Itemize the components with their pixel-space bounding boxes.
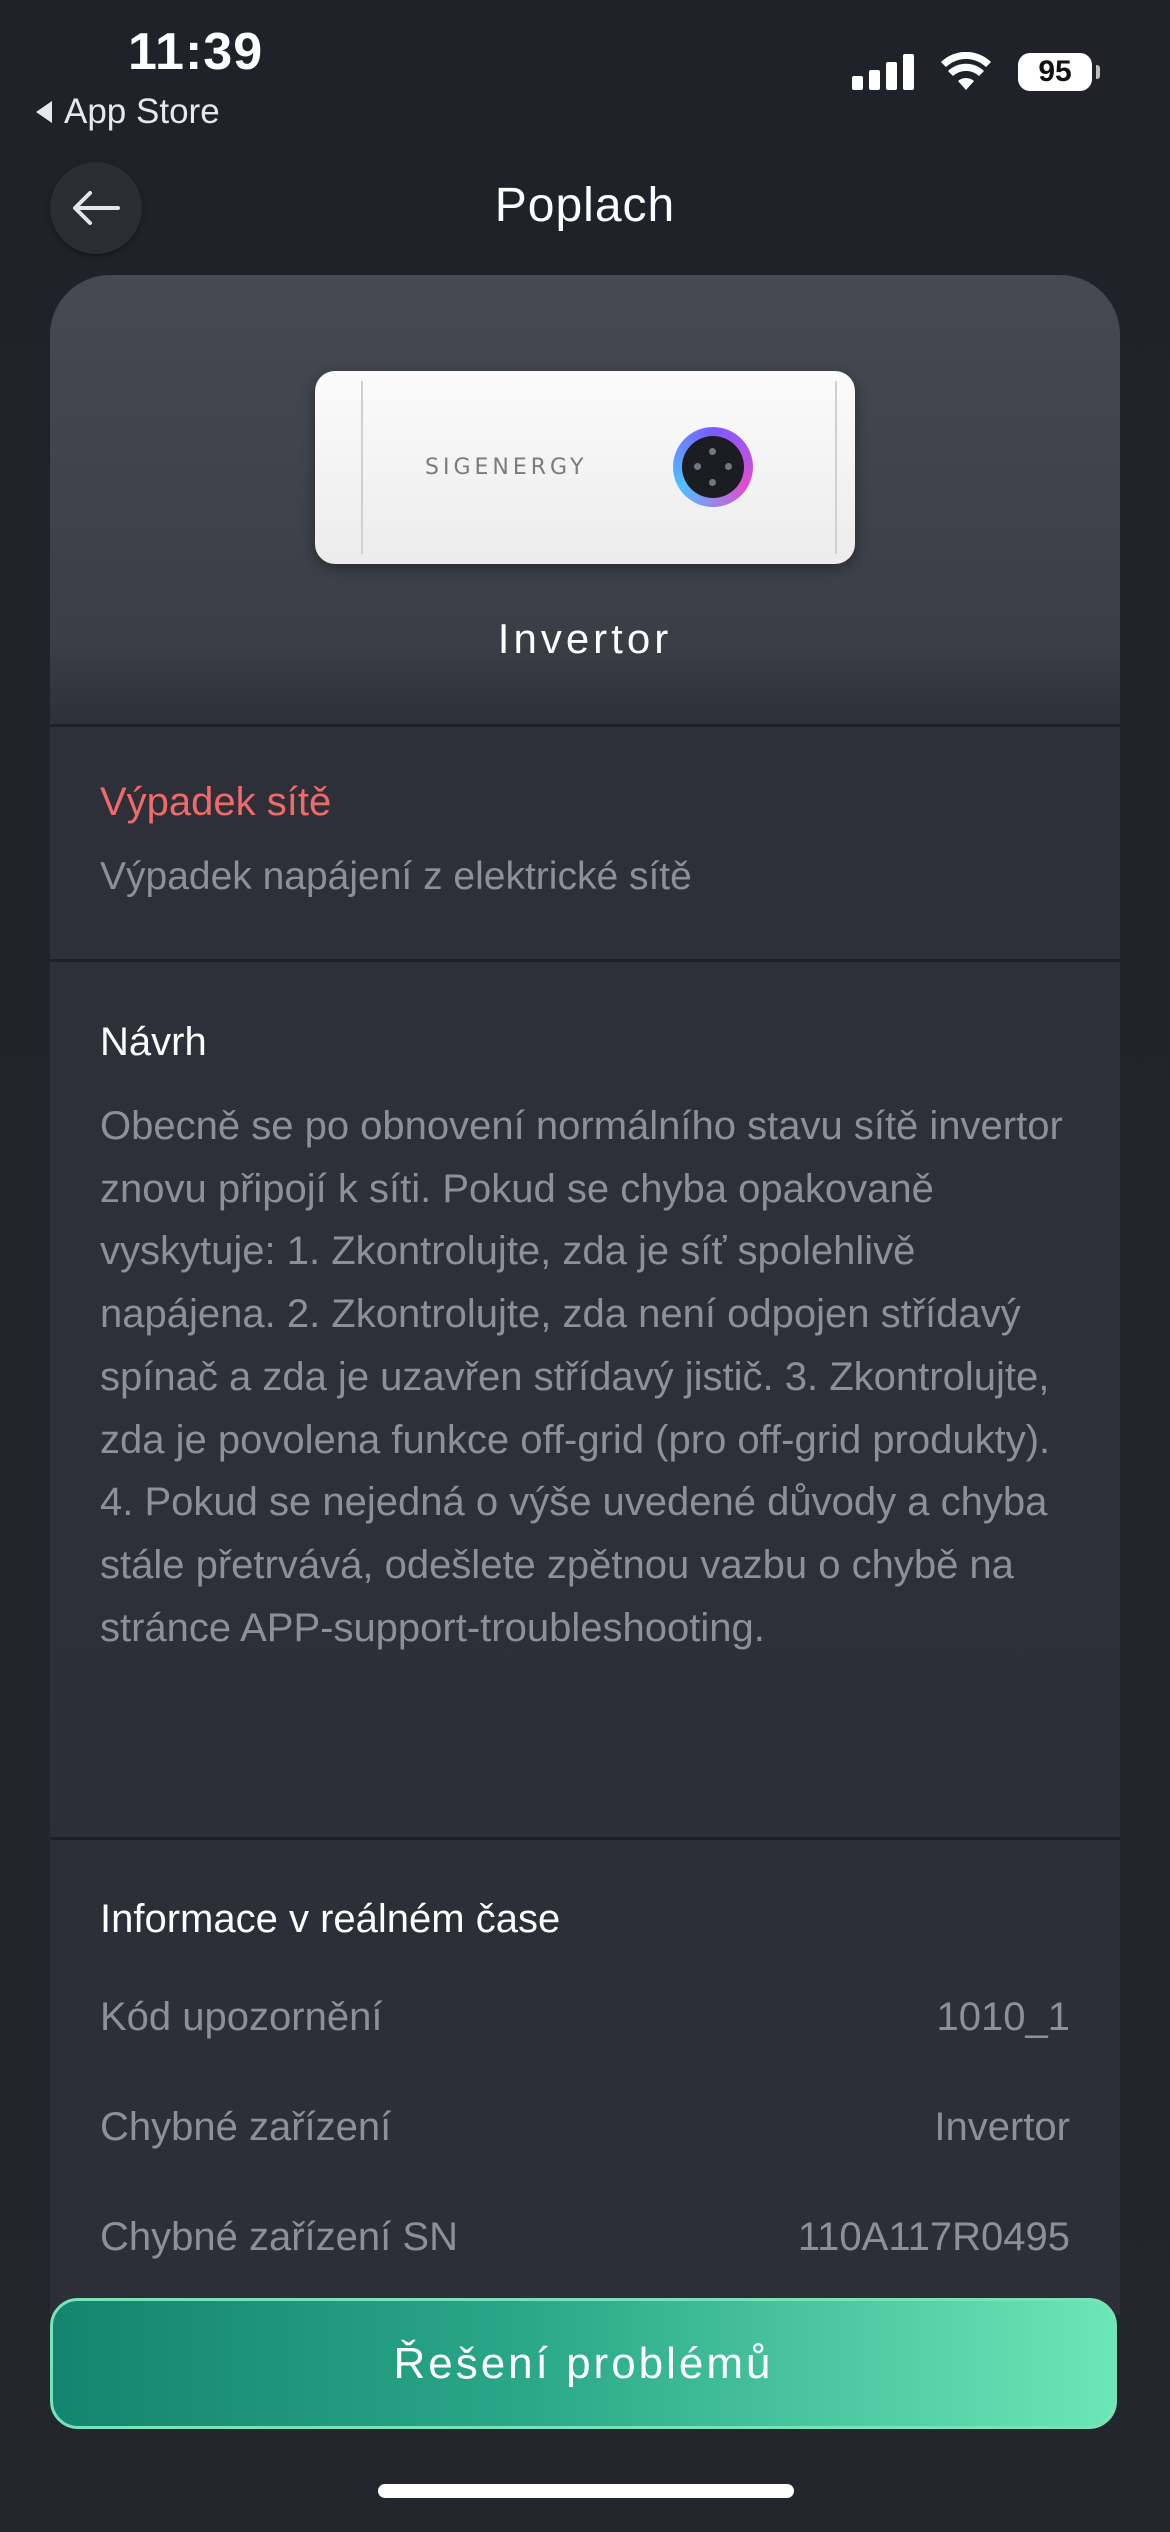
suggestion-title: Návrh bbox=[100, 1020, 207, 1064]
suggestion-text: Obecně se po obnovení normálního stavu s… bbox=[100, 1104, 1063, 1650]
troubleshooting-button[interactable]: Řešení problémů bbox=[50, 2298, 1117, 2429]
brand-logo: SIGENERGY bbox=[425, 455, 588, 480]
alert-description: Výpadek napájení z elektrické sítě bbox=[100, 855, 692, 898]
info-value: Invertor bbox=[934, 2105, 1070, 2149]
alarm-detail-card: SIGENERGY Invertor Výpadek sítě Výpadek … bbox=[50, 275, 1120, 2315]
wifi-icon bbox=[941, 52, 991, 90]
info-value: 1010_1 bbox=[936, 1995, 1070, 2039]
realtime-info-title: Informace v reálném čase bbox=[100, 1897, 561, 1941]
info-row-alert-code: Kód upozornění 1010_1 bbox=[100, 1995, 1070, 2040]
alert-title: Výpadek sítě bbox=[100, 780, 332, 824]
back-app-label: App Store bbox=[64, 92, 220, 131]
cellular-signal-icon bbox=[852, 54, 914, 90]
inverter-image: SIGENERGY bbox=[315, 371, 855, 564]
info-label: Kód upozornění bbox=[100, 1995, 383, 2039]
device-status-ring-icon bbox=[673, 427, 753, 507]
info-label: Chybné zařízení SN bbox=[100, 2215, 458, 2259]
divider bbox=[50, 724, 1120, 727]
page-title: Poplach bbox=[494, 179, 676, 232]
status-icons: 95 bbox=[852, 52, 1100, 92]
battery-icon: 95 bbox=[1018, 53, 1100, 91]
info-label: Chybné zařízení bbox=[100, 2105, 392, 2149]
status-time: 11:39 bbox=[128, 23, 264, 81]
divider bbox=[50, 959, 1120, 962]
home-indicator[interactable] bbox=[378, 2484, 794, 2498]
back-to-app-store[interactable]: App Store bbox=[36, 92, 220, 132]
info-value: 110A117R0495 bbox=[797, 2215, 1070, 2259]
info-row-faulty-device: Chybné zařízení Invertor bbox=[100, 2105, 1070, 2150]
back-triangle-icon bbox=[36, 101, 52, 123]
device-name: Invertor bbox=[497, 615, 673, 662]
divider bbox=[50, 1837, 1120, 1840]
info-row-faulty-device-sn: Chybné zařízení SN 110A117R0495 bbox=[100, 2215, 1070, 2260]
